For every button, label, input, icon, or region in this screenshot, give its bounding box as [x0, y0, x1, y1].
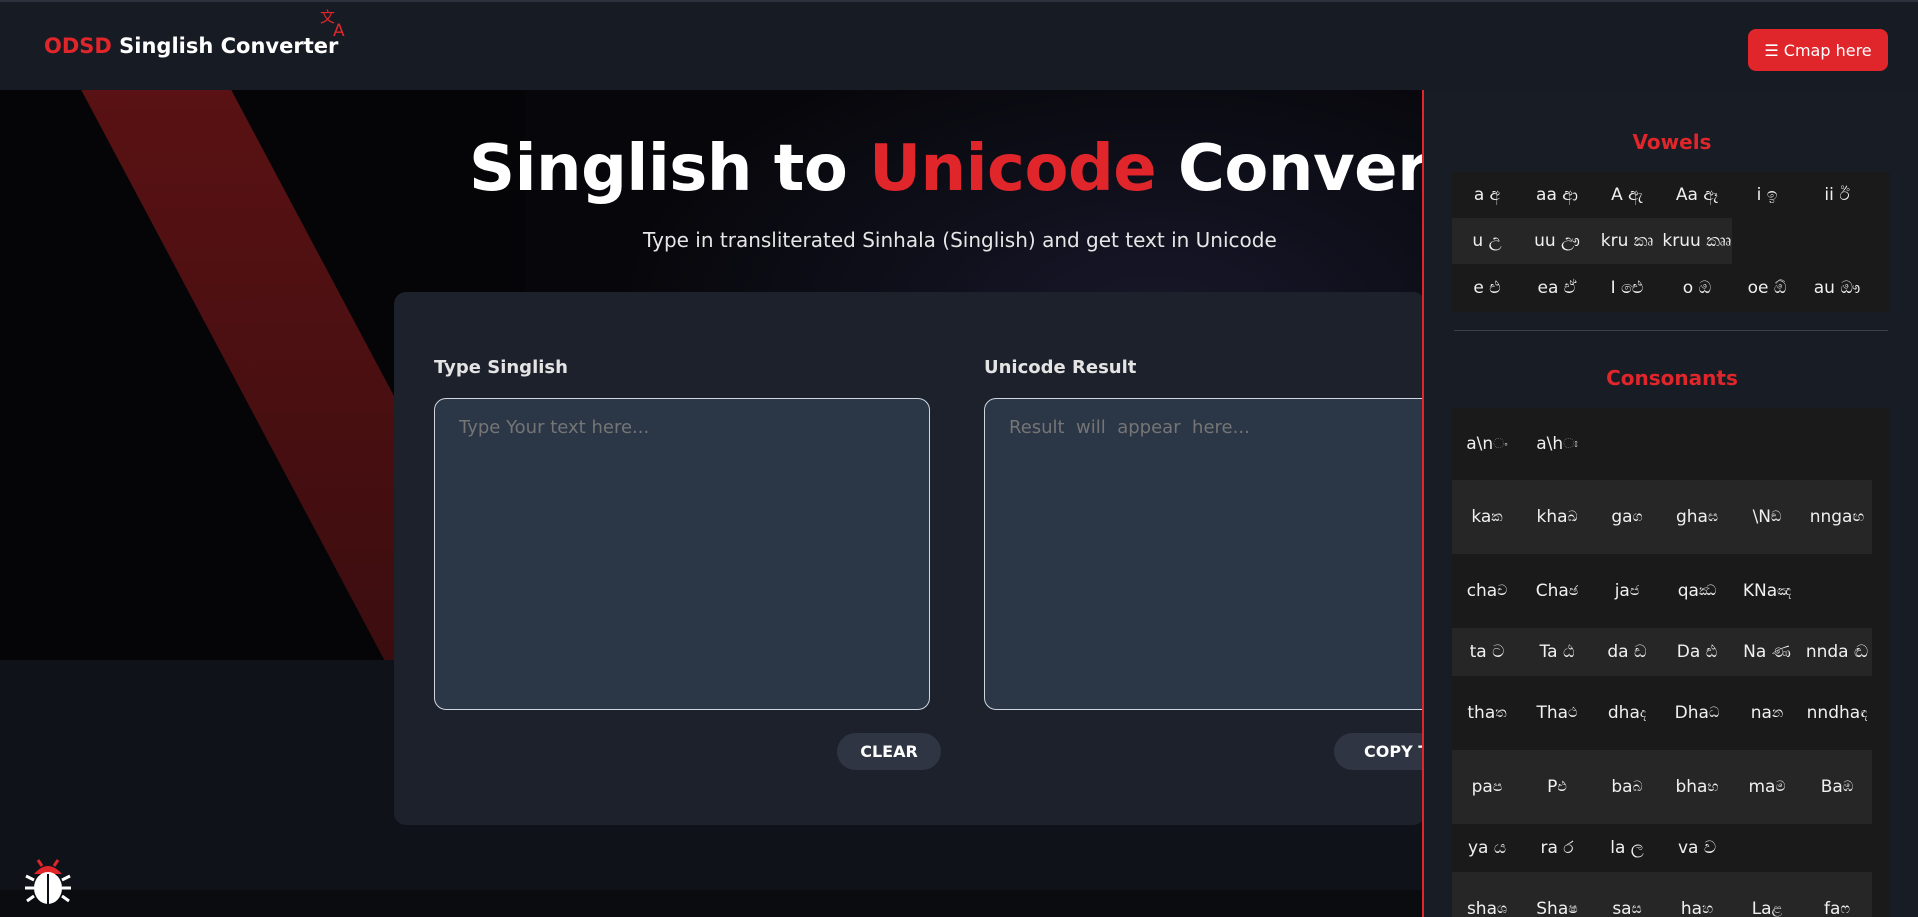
char-cell[interactable]: KNa ඤ	[1732, 554, 1802, 628]
vowels-title: Vowels	[1632, 130, 1712, 154]
char-cell[interactable]: nndha ඳ	[1802, 676, 1872, 750]
char-cell[interactable]: a\nං	[1452, 408, 1522, 480]
unicode-output[interactable]	[984, 398, 1480, 710]
vowels-grid: a අ aa ආA ඇ Aa ඈi ඉ ii ඊ u උ uu ඌ kru කෘ kruu ක…	[1452, 172, 1890, 312]
char-cell[interactable]: oe ඕ	[1732, 264, 1802, 312]
svg-text:A: A	[333, 21, 345, 38]
page-title: Singlish to Unicode Converter	[469, 132, 1533, 206]
char-cell[interactable]: Ba ඹ	[1802, 750, 1872, 824]
char-cell[interactable]: a\hඃ	[1522, 408, 1592, 480]
char-cell[interactable]: cha ච	[1452, 554, 1522, 628]
cmap-button[interactable]: ☰ Cmap here	[1748, 29, 1888, 71]
singlish-input[interactable]	[434, 398, 930, 710]
brand-logo[interactable]: ODSD Singlish Converter	[44, 34, 338, 58]
char-cell[interactable]: a අ	[1452, 172, 1522, 218]
character-map-sidebar[interactable]: Vowels a අ aa ආA ඇ Aa ඈi ඉ ii ඊ u උ uu ඌ kru ක…	[1422, 90, 1918, 917]
char-cell[interactable]: Da ඪ	[1662, 628, 1732, 676]
char-cell[interactable]: e එ	[1452, 264, 1522, 312]
char-cell[interactable]: A ඇ	[1592, 172, 1662, 218]
char-cell[interactable]: da ඩ	[1592, 628, 1662, 676]
input-label: Type Singlish	[434, 357, 568, 378]
char-cell[interactable]: nnda ඬ	[1802, 628, 1872, 676]
char-cell[interactable]: u උ	[1452, 218, 1522, 264]
char-cell[interactable]: ii ඊ	[1802, 172, 1872, 218]
cmap-button-label: ☰ Cmap here	[1764, 40, 1872, 60]
char-cell[interactable]: Cha ඡ	[1522, 554, 1592, 628]
char-cell[interactable]: Dha ධ	[1662, 676, 1732, 750]
char-cell[interactable]: dha ද	[1592, 676, 1662, 750]
char-cell[interactable]: ta ට	[1452, 628, 1522, 676]
char-cell[interactable]: kru කෘ	[1592, 218, 1662, 264]
clear-button[interactable]: CLEAR	[837, 733, 941, 770]
char-cell[interactable]: qa ඣ	[1662, 554, 1732, 628]
brand-name: Singlish Converter	[119, 34, 339, 58]
char-cell[interactable]: ra ර	[1522, 824, 1592, 872]
char-cell[interactable]: ea ඒ	[1522, 264, 1592, 312]
output-label: Unicode Result	[984, 357, 1137, 378]
char-cell[interactable]: nnga ඟ	[1802, 480, 1872, 554]
char-cell[interactable]: ha හ	[1662, 872, 1732, 917]
char-cell[interactable]: I ඓ	[1592, 264, 1662, 312]
char-cell[interactable]: ma ම	[1732, 750, 1802, 824]
section-divider	[1454, 330, 1888, 331]
char-cell[interactable]: uu ඌ	[1522, 218, 1592, 264]
char-cell[interactable]: Ta ඨ	[1522, 628, 1592, 676]
consonants-title: Consonants	[1606, 366, 1738, 390]
char-cell[interactable]: sa ස	[1592, 872, 1662, 917]
brand-accent: ODSD	[44, 34, 112, 58]
char-cell[interactable]: ja ජ	[1592, 554, 1662, 628]
char-cell[interactable]: ba බ	[1592, 750, 1662, 824]
char-cell[interactable]: tha ත	[1452, 676, 1522, 750]
char-cell[interactable]: ga ග	[1592, 480, 1662, 554]
consonants-grid: a\nං a\hඃ ka ක kha ඛ ga ග gha ඝ \N ඞ nnga ඟ cha ච Cha ඡ ja…	[1452, 408, 1890, 917]
char-cell[interactable]: Pඵ	[1522, 750, 1592, 824]
char-cell[interactable]: fa ෆ	[1802, 872, 1872, 917]
char-cell[interactable]: na න	[1732, 676, 1802, 750]
char-cell[interactable]: kha ඛ	[1522, 480, 1592, 554]
char-cell[interactable]: Tha ථ	[1522, 676, 1592, 750]
char-cell[interactable]: au ඖ	[1802, 264, 1872, 312]
bug-icon[interactable]	[24, 854, 72, 906]
page-subtitle: Type in transliterated Sinhala (Singlish…	[643, 228, 1277, 252]
char-cell[interactable]: pa ප	[1452, 750, 1522, 824]
title-accent: Unicode	[869, 132, 1157, 206]
char-cell[interactable]: \N ඞ	[1732, 480, 1802, 554]
char-cell[interactable]: ya ය	[1452, 824, 1522, 872]
char-cell[interactable]: Sha ෂ	[1522, 872, 1592, 917]
char-cell[interactable]: aa ආ	[1522, 172, 1592, 218]
char-cell[interactable]: sha ශ	[1452, 872, 1522, 917]
char-cell[interactable]: ka ක	[1452, 480, 1522, 554]
title-part1: Singlish to	[469, 132, 870, 206]
translate-icon: 文 A	[320, 8, 345, 38]
char-cell[interactable]: Aa ඈ	[1662, 172, 1732, 218]
char-cell[interactable]: bha භ	[1662, 750, 1732, 824]
converter-card: Type Singlish CLEAR Unicode Result COPY …	[394, 292, 1480, 825]
char-cell[interactable]: i ඉ	[1732, 172, 1802, 218]
char-cell[interactable]: La ළ	[1732, 872, 1802, 917]
char-cell[interactable]: va ව	[1662, 824, 1732, 872]
char-cell[interactable]: Na ණ	[1732, 628, 1802, 676]
char-cell[interactable]: kruu කෲ	[1662, 218, 1732, 264]
char-cell[interactable]: o ඔ	[1662, 264, 1732, 312]
top-navbar: ODSD Singlish Converter 文 A ☰ Cmap here	[0, 0, 1918, 90]
char-cell[interactable]: gha ඝ	[1662, 480, 1732, 554]
footer-strip	[0, 890, 1425, 917]
char-cell[interactable]: la ල	[1592, 824, 1662, 872]
